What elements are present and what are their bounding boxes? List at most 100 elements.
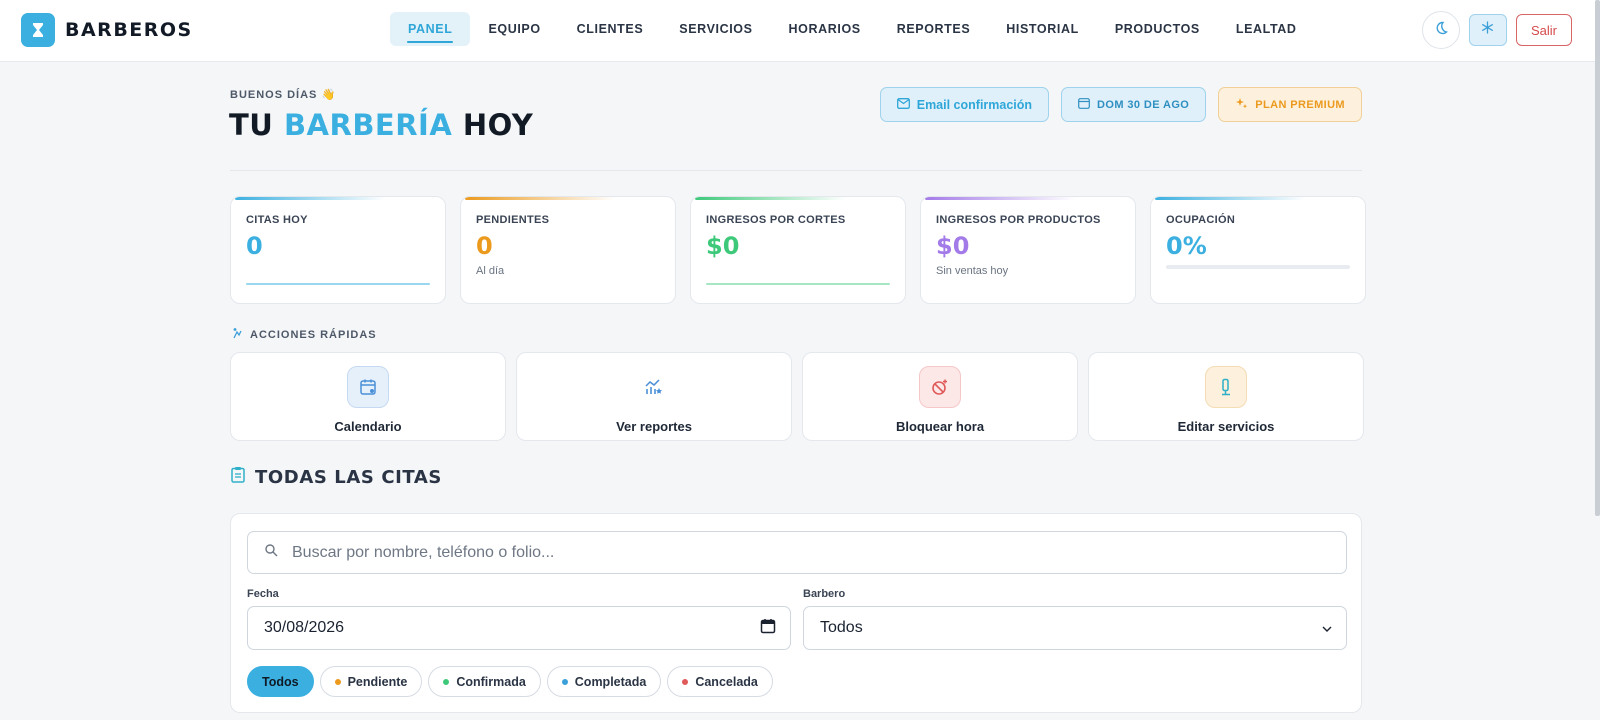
main-nav: PANEL EQUIPO CLIENTES SERVICIOS HORARIOS… — [390, 12, 1315, 46]
title-suffix: HOY — [452, 108, 534, 142]
stat-value: 0 — [476, 232, 493, 260]
stat-label: INGRESOS POR CORTES — [706, 214, 846, 226]
filter-confirmada[interactable]: Confirmada — [428, 666, 541, 697]
filter-completada[interactable]: Completada — [546, 666, 662, 697]
status-dot — [334, 678, 341, 685]
stat-card-ocupacion: OCUPACIÓN 0% — [1150, 196, 1366, 304]
stat-card-citas-hoy: CITAS HOY 0 — [230, 196, 446, 304]
greeting: BUENOS DÍAS 👋 — [230, 89, 337, 101]
logout-button[interactable]: Salir — [1515, 14, 1572, 46]
hourglass-icon — [21, 13, 55, 47]
sparkle-icon — [1235, 97, 1248, 113]
stat-bar — [246, 283, 430, 285]
nav-equipo[interactable]: EQUIPO — [470, 12, 558, 46]
stat-value: $0 — [706, 232, 740, 260]
stat-label: OCUPACIÓN — [1166, 214, 1236, 226]
email-confirmation-button[interactable]: Email confirmación — [879, 87, 1050, 122]
filter-label: Confirmada — [456, 674, 526, 689]
card-accent-line — [925, 197, 1075, 200]
stat-sub: Al día — [476, 265, 505, 277]
quick-action-label: Calendario — [334, 419, 402, 434]
razor-icon — [1205, 366, 1247, 408]
block-icon — [919, 366, 961, 408]
date-badge-label: DOM 30 DE AGO — [1097, 98, 1190, 111]
sparkle-run-icon — [231, 327, 243, 342]
quick-action-editar-servicios[interactable]: Editar servicios — [1088, 352, 1364, 441]
filter-label: Cancelada — [695, 674, 758, 689]
search-icon — [264, 543, 278, 562]
moon-icon — [1434, 21, 1448, 40]
stat-label: INGRESOS POR PRODUCTOS — [936, 214, 1101, 226]
card-accent-line — [235, 197, 385, 200]
chart-icon — [633, 366, 675, 408]
chevron-down-icon — [1322, 619, 1332, 637]
brand[interactable]: BARBEROS — [21, 13, 193, 47]
page-scrollbar[interactable] — [1595, 0, 1600, 516]
calendar-picker-icon[interactable] — [760, 618, 776, 639]
barber-field-label: Barbero — [803, 588, 846, 600]
settings-button[interactable] — [1468, 14, 1507, 46]
stat-card-pendientes: PENDIENTES 0 Al día — [460, 196, 676, 304]
status-dot — [682, 678, 689, 685]
barber-select[interactable]: Todos — [803, 606, 1347, 650]
nav-clientes[interactable]: CLIENTES — [559, 12, 662, 46]
nav-servicios[interactable]: SERVICIOS — [661, 12, 770, 46]
occupancy-progress-bar — [1166, 265, 1350, 269]
quick-actions: Calendario Ver reportes Bloquear hora Ed… — [230, 352, 1364, 441]
nav-panel[interactable]: PANEL — [390, 12, 471, 46]
stat-sub: Sin ventas hoy — [936, 265, 1009, 277]
status-filters: Todos Pendiente Confirmada Completada Ca… — [247, 666, 773, 697]
quick-action-label: Editar servicios — [1177, 419, 1275, 434]
date-field[interactable]: 30/08/2026 — [247, 606, 791, 650]
mail-icon — [896, 97, 910, 112]
date-field-label: Fecha — [247, 588, 279, 600]
stat-label: CITAS HOY — [246, 214, 308, 226]
status-dot — [443, 678, 450, 685]
quick-action-ver-reportes[interactable]: Ver reportes — [516, 352, 792, 441]
nav-reportes[interactable]: REPORTES — [879, 12, 989, 46]
stats-row: CITAS HOY 0 PENDIENTES 0 Al día INGRESOS… — [230, 196, 1366, 304]
card-accent-line — [465, 197, 615, 200]
quick-action-label: Ver reportes — [616, 419, 692, 434]
stat-label: PENDIENTES — [476, 214, 550, 226]
stat-value: 0% — [1166, 232, 1207, 260]
nav-horarios[interactable]: HORARIOS — [771, 12, 879, 46]
card-accent-line — [1155, 197, 1305, 200]
calendar-small-icon — [1078, 97, 1090, 112]
stat-bar — [706, 283, 890, 285]
quick-action-calendario[interactable]: Calendario — [230, 352, 506, 441]
quick-actions-title: ACCIONES RÁPIDAS — [250, 328, 377, 341]
plan-premium-badge[interactable]: PLAN PREMIUM — [1218, 87, 1362, 122]
header-actions: Email confirmación DOM 30 DE AGO PLAN PR… — [879, 87, 1362, 122]
quick-action-bloquear-hora[interactable]: Bloquear hora — [802, 352, 1078, 441]
date-field-value: 30/08/2026 — [264, 619, 345, 636]
nav-historial[interactable]: HISTORIAL — [988, 12, 1097, 46]
top-bar: BARBEROS PANEL EQUIPO CLIENTES SERVICIOS… — [0, 0, 1600, 62]
email-confirmation-label: Email confirmación — [916, 97, 1033, 112]
stat-card-ingresos-productos: INGRESOS POR PRODUCTOS $0 Sin ventas hoy — [920, 196, 1136, 304]
search-box — [247, 531, 1347, 574]
plan-premium-label: PLAN PREMIUM — [1255, 98, 1345, 111]
filter-pendiente[interactable]: Pendiente — [319, 666, 423, 697]
theme-toggle-button[interactable] — [1421, 11, 1460, 49]
filter-label: Todos — [262, 674, 299, 689]
brand-name: BARBEROS — [65, 19, 193, 41]
nav-productos[interactable]: PRODUCTOS — [1097, 12, 1218, 46]
status-dot — [561, 678, 568, 685]
quick-actions-heading: ACCIONES RÁPIDAS — [231, 327, 377, 342]
header-divider — [230, 170, 1362, 171]
appointments-title: TODAS LAS CITAS — [255, 466, 442, 488]
calendar-icon — [347, 366, 389, 408]
top-actions: Salir — [1421, 11, 1572, 49]
filter-label: Completada — [574, 674, 647, 689]
nav-lealtad[interactable]: LEALTAD — [1218, 12, 1315, 46]
appointments-heading: TODAS LAS CITAS — [231, 466, 442, 488]
stat-value: 0 — [246, 232, 263, 260]
filter-todos[interactable]: Todos — [247, 666, 314, 697]
title-accent: BARBERÍA — [283, 108, 453, 142]
search-input[interactable] — [292, 543, 1292, 562]
date-badge[interactable]: DOM 30 DE AGO — [1061, 87, 1207, 122]
title-prefix: TU — [229, 108, 284, 142]
snowflake-icon — [1481, 21, 1494, 39]
filter-cancelada[interactable]: Cancelada — [667, 666, 773, 697]
